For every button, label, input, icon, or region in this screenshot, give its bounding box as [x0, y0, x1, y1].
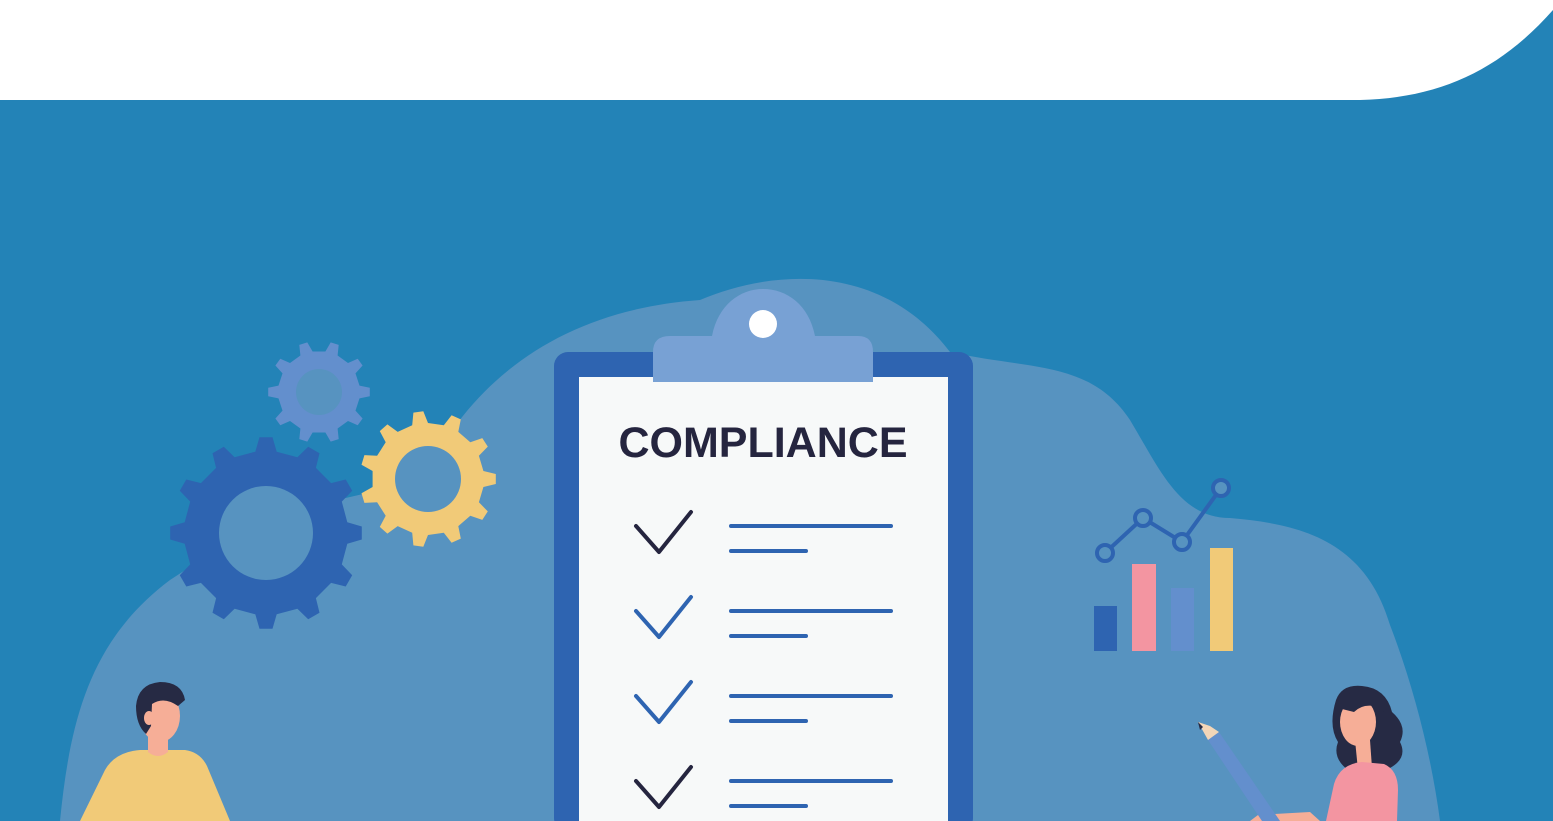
- gear-hole: [395, 446, 461, 512]
- gear-hole: [296, 369, 342, 415]
- header-band: [0, 0, 1553, 100]
- gear-hole: [219, 486, 313, 580]
- gear-icon: [268, 342, 370, 442]
- compliance-illustration: COMPLIANCE: [0, 0, 1553, 821]
- clipboard-clip-hole: [749, 310, 777, 338]
- clipboard: COMPLIANCE: [554, 289, 973, 821]
- clipboard-title: COMPLIANCE: [618, 419, 907, 467]
